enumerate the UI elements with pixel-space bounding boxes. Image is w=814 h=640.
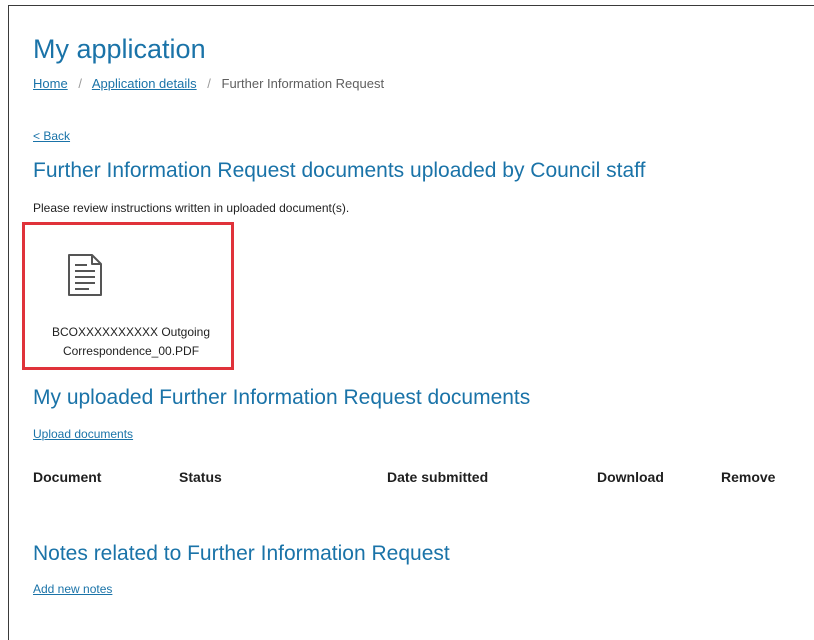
breadcrumb-home-link[interactable]: Home <box>33 76 68 91</box>
column-header-remove: Remove <box>721 469 776 485</box>
back-link[interactable]: < Back <box>33 129 70 143</box>
notes-heading: Notes related to Further Information Req… <box>33 542 450 565</box>
upload-documents-link[interactable]: Upload documents <box>33 427 133 441</box>
breadcrumb-separator: / <box>78 76 82 91</box>
my-documents-heading: My uploaded Further Information Request … <box>33 386 531 409</box>
document-icon <box>68 254 102 296</box>
breadcrumb: Home / Application details / Further Inf… <box>33 76 384 91</box>
review-instructions-text: Please review instructions written in up… <box>33 201 350 215</box>
page-title: My application <box>33 34 206 64</box>
column-header-date-submitted: Date submitted <box>387 469 489 485</box>
document-filename: BCOXXXXXXXXXX Outgoing Correspondence_00… <box>33 323 229 361</box>
column-header-download: Download <box>597 469 664 485</box>
breadcrumb-separator: / <box>207 76 211 91</box>
column-header-document: Document <box>33 469 102 485</box>
add-new-notes-link[interactable]: Add new notes <box>33 582 112 596</box>
council-document-tile[interactable]: BCOXXXXXXXXXX Outgoing Correspondence_00… <box>22 222 234 370</box>
council-documents-heading: Further Information Request documents up… <box>33 159 646 182</box>
breadcrumb-current: Further Information Request <box>221 76 385 91</box>
document-filename-line1: BCOXXXXXXXXXX Outgoing <box>51 325 211 339</box>
column-header-status: Status <box>179 469 222 485</box>
document-filename-line2: Correspondence_00.PDF <box>62 344 200 358</box>
breadcrumb-application-details-link[interactable]: Application details <box>92 76 197 91</box>
